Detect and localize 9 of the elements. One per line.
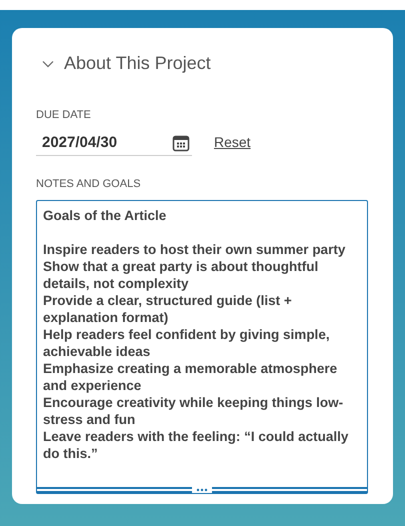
date-field[interactable]: 2027/04/30 xyxy=(36,132,192,156)
chevron-icon xyxy=(42,60,54,68)
field-label: NOTES AND GOALS xyxy=(36,176,141,192)
field-label: DUE DATE xyxy=(36,108,91,123)
reset-link[interactable]: Reset xyxy=(214,132,251,152)
resize-handle-icon[interactable] xyxy=(192,487,212,493)
calendar-icon[interactable] xyxy=(172,134,190,152)
section-header[interactable]: About This Project xyxy=(36,50,369,77)
notes-field[interactable]: Goals of the Article Inspire readers to host their own summer party Show that a great party is about thoughtful details, not complexity Provide a clear, structured guide (list + explanation format) Help readers feel confident by giving simple, achievable ideas Emphasize creating a memorable atmosphere and experience Encourage creativity while keeping things low-stress and fun Leave readers with the feeling: “I could actually do this.” xyxy=(36,200,368,494)
